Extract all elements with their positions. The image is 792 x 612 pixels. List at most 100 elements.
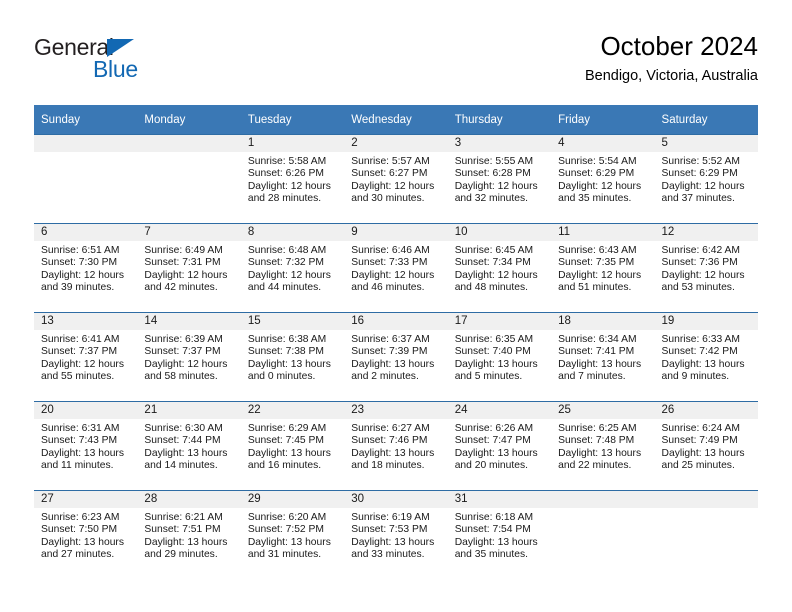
- day-info-line: Sunset: 7:43 PM: [41, 435, 118, 447]
- day-info-line: Daylight: 12 hours: [558, 180, 642, 192]
- calendar-day-cell[interactable]: 13 Sunrise: 6:41 AM Sunset: 7:37 PM Dayligh…: [34, 312, 138, 402]
- calendar-day-cell[interactable]: 21 Sunrise: 6:30 AM Sunset: 7:44 PM Dayligh…: [137, 401, 241, 491]
- day-sun-info: Sunrise: 6:49 AM Sunset: 7:31 PM Daylight:…: [137, 241, 240, 295]
- day-sun-info: Sunrise: 5:55 AM Sunset: 6:28 PM Daylight:…: [448, 152, 551, 206]
- calendar-day-cell[interactable]: 22 Sunrise: 6:29 AM Sunset: 7:45 PM Dayligh…: [240, 401, 345, 491]
- day-cell-inner: 16 Sunrise: 6:37 AM Sunset: 7:39 PM Dayligh…: [344, 313, 448, 401]
- calendar-day-cell[interactable]: 4 Sunrise: 5:54 AM Sunset: 6:29 PM Daylight…: [551, 134, 655, 224]
- day-number: 31: [447, 491, 552, 508]
- day-sun-info: Sunrise: 6:34 AM Sunset: 7:41 PM Daylight:…: [551, 330, 654, 384]
- day-info-line: Daylight: 13 hours: [247, 536, 331, 548]
- calendar-day-cell[interactable]: 6 Sunrise: 6:51 AM Sunset: 7:30 PM Daylight…: [34, 223, 138, 313]
- day-info-line: Sunrise: 5:55 AM: [454, 156, 534, 167]
- calendar-day-cell[interactable]: 25 Sunrise: 6:25 AM Sunset: 7:48 PM Dayligh…: [551, 401, 655, 491]
- day-sun-info: Sunrise: 6:35 AM Sunset: 7:40 PM Daylight:…: [448, 330, 551, 384]
- calendar-page: General Blue October 2024 Bendigo, Victo…: [0, 0, 792, 612]
- day-sun-info: Sunrise: 6:46 AM Sunset: 7:33 PM Daylight:…: [344, 241, 447, 295]
- day-info-line: Sunset: 7:45 PM: [247, 435, 324, 447]
- day-number: 9: [344, 224, 448, 241]
- day-number: 18: [551, 313, 655, 330]
- day-info-line: Sunset: 6:27 PM: [351, 168, 428, 180]
- day-sun-info: Sunrise: 6:41 AM Sunset: 7:37 PM Daylight:…: [34, 330, 137, 384]
- day-number: 23: [344, 402, 448, 419]
- day-info-line: Sunset: 7:49 PM: [661, 435, 738, 447]
- day-info-line: Sunset: 7:38 PM: [247, 346, 324, 358]
- calendar-day-cell[interactable]: 10 Sunrise: 6:45 AM Sunset: 7:34 PM Dayligh…: [447, 223, 552, 313]
- day-sun-info: Sunrise: 6:33 AM Sunset: 7:42 PM Daylight:…: [655, 330, 758, 384]
- calendar-day-cell[interactable]: 2 Sunrise: 5:57 AM Sunset: 6:27 PM Daylight…: [344, 134, 448, 224]
- weekday-header-thursday: Thursday: [447, 105, 552, 135]
- page-header: General Blue October 2024 Bendigo, Victo…: [34, 30, 758, 98]
- day-info-line: and 25 minutes.: [661, 460, 735, 472]
- day-info-line: Daylight: 13 hours: [247, 358, 331, 370]
- day-info-line: Daylight: 13 hours: [144, 447, 228, 459]
- logo-triangle-icon: [107, 39, 134, 57]
- day-sun-info: Sunrise: 6:31 AM Sunset: 7:43 PM Daylight:…: [34, 419, 137, 473]
- day-info-line: Sunrise: 6:23 AM: [41, 512, 120, 523]
- calendar-day-cell[interactable]: 11 Sunrise: 6:43 AM Sunset: 7:35 PM Dayligh…: [551, 223, 655, 313]
- day-info-line: and 44 minutes.: [247, 282, 322, 294]
- day-cell-inner: 22 Sunrise: 6:29 AM Sunset: 7:45 PM Dayligh…: [240, 402, 345, 490]
- day-info-line: and 33 minutes.: [351, 549, 425, 561]
- calendar-day-cell[interactable]: 23 Sunrise: 6:27 AM Sunset: 7:46 PM Dayligh…: [344, 401, 448, 491]
- calendar-day-cell[interactable]: 19 Sunrise: 6:33 AM Sunset: 7:42 PM Dayligh…: [654, 312, 758, 402]
- calendar-day-cell[interactable]: 12 Sunrise: 6:42 AM Sunset: 7:36 PM Dayligh…: [654, 223, 758, 313]
- day-info-line: and 35 minutes.: [558, 193, 632, 205]
- day-info-line: Sunrise: 6:39 AM: [144, 334, 223, 345]
- day-sun-info: [551, 508, 654, 512]
- day-sun-info: Sunrise: 5:57 AM Sunset: 6:27 PM Daylight:…: [344, 152, 447, 206]
- day-number: 16: [344, 313, 448, 330]
- calendar-day-cell[interactable]: 15 Sunrise: 6:38 AM Sunset: 7:38 PM Dayligh…: [240, 312, 345, 402]
- day-cell-inner: 28 Sunrise: 6:21 AM Sunset: 7:51 PM Dayligh…: [137, 491, 241, 579]
- day-info-line: Daylight: 13 hours: [454, 447, 538, 459]
- day-sun-info: [137, 152, 240, 156]
- calendar-day-cell[interactable]: 30 Sunrise: 6:19 AM Sunset: 7:53 PM Dayligh…: [344, 490, 448, 579]
- day-info-line: Daylight: 12 hours: [144, 358, 228, 370]
- calendar-day-cell[interactable]: 24 Sunrise: 6:26 AM Sunset: 7:47 PM Dayligh…: [447, 401, 552, 491]
- day-info-line: and 32 minutes.: [454, 193, 528, 205]
- calendar-day-cell[interactable]: 9 Sunrise: 6:46 AM Sunset: 7:33 PM Daylight…: [344, 223, 448, 313]
- day-info-line: Daylight: 12 hours: [454, 180, 538, 192]
- day-cell-inner: 6 Sunrise: 6:51 AM Sunset: 7:30 PM Daylight…: [34, 224, 138, 312]
- calendar-day-cell[interactable]: 16 Sunrise: 6:37 AM Sunset: 7:39 PM Dayligh…: [344, 312, 448, 402]
- day-cell-inner: [654, 491, 758, 579]
- day-cell-inner: 15 Sunrise: 6:38 AM Sunset: 7:38 PM Dayligh…: [240, 313, 345, 401]
- calendar-day-cell[interactable]: 20 Sunrise: 6:31 AM Sunset: 7:43 PM Dayligh…: [34, 401, 138, 491]
- day-info-line: Sunrise: 6:25 AM: [558, 423, 637, 434]
- calendar-empty-cell: [137, 134, 241, 224]
- day-info-line: Daylight: 13 hours: [558, 358, 642, 370]
- calendar-day-cell[interactable]: 18 Sunrise: 6:34 AM Sunset: 7:41 PM Dayligh…: [551, 312, 655, 402]
- day-info-line: Daylight: 12 hours: [41, 269, 124, 281]
- day-sun-info: Sunrise: 5:58 AM Sunset: 6:26 PM Daylight:…: [241, 152, 344, 206]
- calendar-week-row: 20 Sunrise: 6:31 AM Sunset: 7:43 PM Dayligh…: [34, 401, 758, 491]
- day-cell-inner: 24 Sunrise: 6:26 AM Sunset: 7:47 PM Dayligh…: [447, 402, 552, 490]
- day-cell-inner: 10 Sunrise: 6:45 AM Sunset: 7:34 PM Dayligh…: [447, 224, 552, 312]
- day-sun-info: Sunrise: 6:18 AM Sunset: 7:54 PM Daylight:…: [448, 508, 551, 562]
- day-info-line: Sunset: 7:47 PM: [454, 435, 531, 447]
- day-info-line: and 27 minutes.: [41, 549, 115, 561]
- day-info-line: Daylight: 13 hours: [351, 447, 435, 459]
- page-subtitle: Bendigo, Victoria, Australia: [584, 68, 758, 84]
- calendar-day-cell[interactable]: 14 Sunrise: 6:39 AM Sunset: 7:37 PM Dayligh…: [137, 312, 241, 402]
- calendar-day-cell[interactable]: 27 Sunrise: 6:23 AM Sunset: 7:50 PM Dayligh…: [34, 490, 138, 579]
- calendar-day-cell[interactable]: 5 Sunrise: 5:52 AM Sunset: 6:29 PM Daylight…: [654, 134, 758, 224]
- calendar-day-cell[interactable]: 31 Sunrise: 6:18 AM Sunset: 7:54 PM Dayligh…: [447, 490, 552, 579]
- calendar-day-cell[interactable]: 29 Sunrise: 6:20 AM Sunset: 7:52 PM Dayligh…: [240, 490, 345, 579]
- calendar-day-cell[interactable]: 8 Sunrise: 6:48 AM Sunset: 7:32 PM Daylight…: [240, 223, 345, 313]
- calendar-day-cell[interactable]: 28 Sunrise: 6:21 AM Sunset: 7:51 PM Dayligh…: [137, 490, 241, 579]
- calendar-day-cell[interactable]: 1 Sunrise: 5:58 AM Sunset: 6:26 PM Daylight…: [240, 134, 345, 224]
- day-info-line: Sunset: 7:30 PM: [41, 257, 118, 269]
- day-info-line: Sunset: 7:37 PM: [41, 346, 118, 358]
- calendar-day-cell[interactable]: 26 Sunrise: 6:24 AM Sunset: 7:49 PM Dayligh…: [654, 401, 758, 491]
- day-info-line: Sunset: 7:39 PM: [351, 346, 428, 358]
- day-sun-info: Sunrise: 6:20 AM Sunset: 7:52 PM Daylight:…: [241, 508, 344, 562]
- day-sun-info: Sunrise: 6:29 AM Sunset: 7:45 PM Daylight:…: [241, 419, 344, 473]
- day-info-line: Sunset: 7:35 PM: [558, 257, 635, 269]
- calendar-day-cell[interactable]: 7 Sunrise: 6:49 AM Sunset: 7:31 PM Daylight…: [137, 223, 241, 313]
- calendar-day-cell[interactable]: 17 Sunrise: 6:35 AM Sunset: 7:40 PM Dayligh…: [447, 312, 552, 402]
- calendar-day-cell[interactable]: 3 Sunrise: 5:55 AM Sunset: 6:28 PM Daylight…: [447, 134, 552, 224]
- day-number: 22: [240, 402, 345, 419]
- day-number: [654, 491, 758, 508]
- day-sun-info: Sunrise: 6:38 AM Sunset: 7:38 PM Daylight:…: [241, 330, 344, 384]
- day-number: 17: [447, 313, 552, 330]
